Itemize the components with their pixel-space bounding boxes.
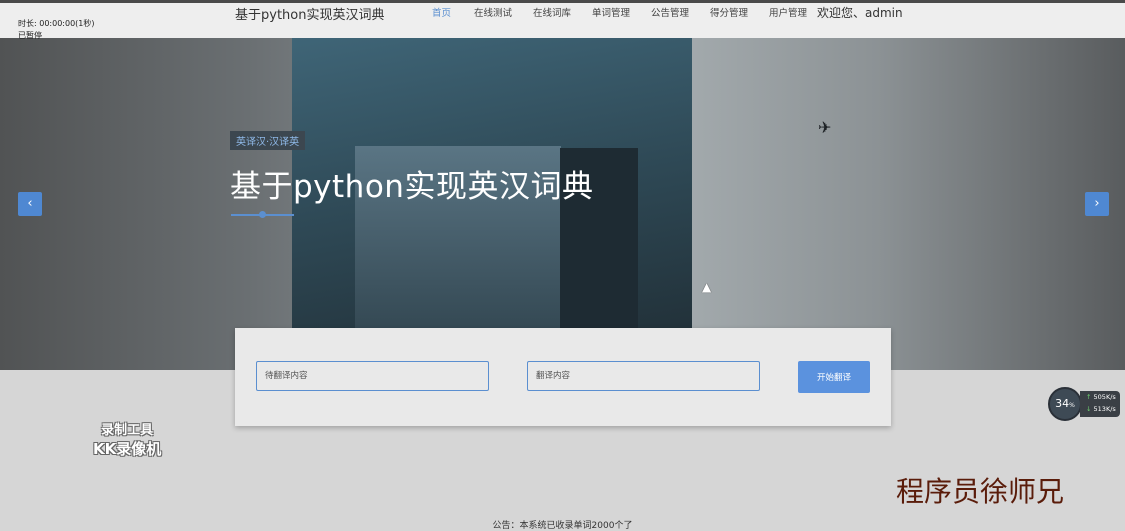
nav-online-test[interactable]: 在线测试 [474,5,512,19]
nav-online-lexicon[interactable]: 在线词库 [533,5,571,19]
nav-word-management[interactable]: 单词管理 [592,5,630,19]
source-text-input[interactable] [256,361,489,391]
welcome-user[interactable]: 欢迎您、admin [817,4,903,21]
mouse-cursor-icon: ▲ [702,280,712,294]
bird-icon: ✈ [818,118,832,137]
download-unit: K/s [1105,405,1116,413]
hero-banner: 英译汉·汉译英 基于python实现英汉词典 ✈ [0,38,1125,370]
network-speed-widget[interactable]: 34% ↑ 505K/s ↓ 513K/s [1048,387,1120,421]
hero-underline-dot [259,211,266,218]
upload-unit: K/s [1105,393,1116,401]
carousel-prev-button[interactable]: ‹ [18,192,42,216]
speed-percent-unit: % [1069,402,1075,409]
upload-arrow-icon: ↑ [1086,393,1092,401]
chevron-right-icon: › [1094,196,1100,211]
site-brand[interactable]: 基于python实现英汉词典 [235,4,384,23]
download-speed: 513 [1093,405,1106,413]
nav-home[interactable]: 首页 [432,5,451,19]
nav-score-management[interactable]: 得分管理 [710,5,748,19]
recorder-status: 时长: 00:00:00(1秒) 已暂停 [18,18,95,42]
author-watermark: 程序员徐师兄 [896,475,1065,508]
recorder-watermark-line1: 录制工具 [101,423,154,438]
hero-tag: 英译汉·汉译英 [230,131,306,150]
translate-panel: 开始翻译 [235,328,891,426]
recorder-duration: 时长: 00:00:00(1秒) [18,19,95,28]
speed-panel: ↑ 505K/s ↓ 513K/s [1080,391,1120,417]
recorder-watermark: 录制工具 KK录像机 [93,422,161,458]
start-translate-button[interactable]: 开始翻译 [798,361,870,393]
nav-user-management[interactable]: 用户管理 [769,5,807,19]
translation-result-input[interactable] [527,361,760,391]
notice-bar: 公告：本系统已收录单词2000个了 [492,521,633,531]
speed-percent-value: 34 [1055,397,1070,410]
carousel-next-button[interactable]: › [1085,192,1109,216]
download-arrow-icon: ↓ [1086,405,1092,413]
upload-speed: 505 [1093,393,1106,401]
recorder-watermark-line2: KK录像机 [93,440,162,458]
chevron-left-icon: ‹ [27,196,33,211]
hero-title: 基于python实现英汉词典 [230,169,594,205]
nav-notice-management[interactable]: 公告管理 [651,5,689,19]
top-navbar: 基于python实现英汉词典 首页 在线测试 在线词库 单词管理 公告管理 得分… [0,0,1125,38]
speed-percent-circle: 34% [1048,387,1082,421]
recorder-paused: 已暂停 [18,31,42,40]
